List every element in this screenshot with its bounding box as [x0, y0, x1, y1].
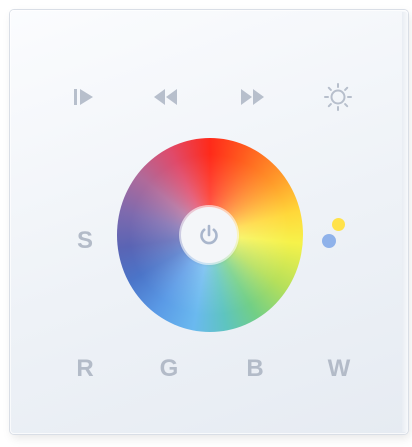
previous-button[interactable] [146, 82, 186, 112]
white-channel-button[interactable]: W [324, 354, 354, 384]
blue-channel-button[interactable]: B [240, 354, 270, 384]
play-button[interactable] [64, 82, 104, 112]
panel-edge [402, 12, 408, 432]
white-mode-button[interactable] [318, 218, 348, 254]
fast-forward-icon [241, 89, 264, 105]
speed-button[interactable]: S [70, 226, 100, 256]
power-button[interactable] [181, 207, 237, 263]
brightness-icon [324, 83, 352, 111]
next-button[interactable] [232, 82, 272, 112]
green-channel-button[interactable]: G [154, 354, 184, 384]
red-channel-button[interactable]: R [70, 354, 100, 384]
play-icon [74, 89, 93, 105]
white-balance-dot-blue [322, 234, 336, 248]
stage: S R G B W [0, 0, 412, 447]
power-icon [200, 224, 218, 245]
brightness-button[interactable] [318, 78, 358, 116]
white-balance-dots-icon [332, 218, 345, 231]
rewind-icon [154, 89, 177, 105]
